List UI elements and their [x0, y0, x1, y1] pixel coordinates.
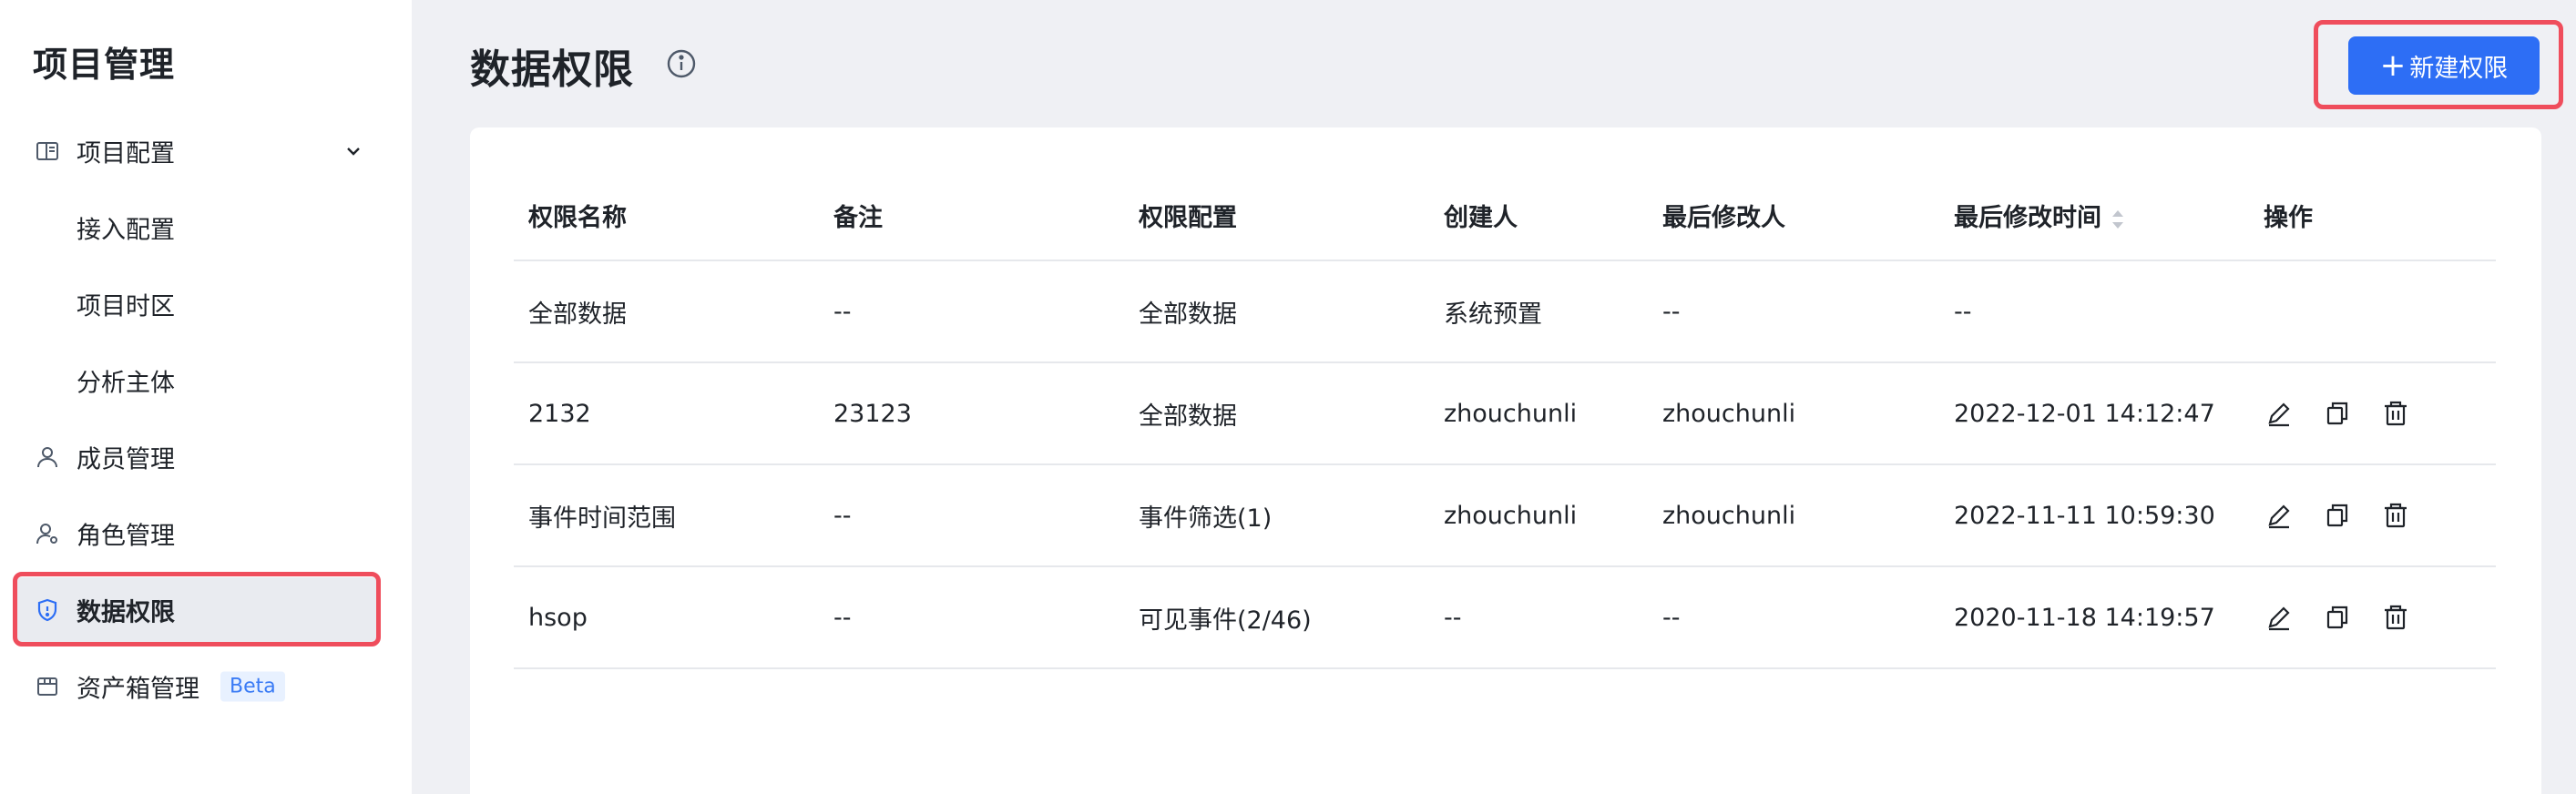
- layout-icon: [36, 142, 58, 160]
- sidebar-item-label: 项目配置: [77, 139, 175, 168]
- sidebar-item-label: 分析主体: [77, 369, 175, 398]
- user-settings-icon: [36, 524, 57, 545]
- delete-icon[interactable]: [2380, 500, 2411, 531]
- cell-time: --: [1939, 260, 2249, 363]
- cell-modifier: --: [1648, 260, 1939, 363]
- sidebar-item-access-config[interactable]: 接入配置: [15, 195, 379, 260]
- sidebar-item-members[interactable]: 成员管理: [15, 424, 379, 490]
- cell-note: 23123: [819, 362, 1124, 465]
- permissions-card: 权限名称 备注 权限配置 创建人 最后修改人 最后修改时间 操作 全部数据 --…: [470, 127, 2541, 794]
- delete-icon[interactable]: [2380, 602, 2411, 633]
- cell-ops: [2249, 464, 2496, 567]
- cell-name: hsop: [514, 566, 819, 669]
- sidebar-item-asset-box[interactable]: 资产箱管理 Beta: [15, 654, 379, 719]
- column-header: 权限名称: [514, 171, 819, 261]
- cell-creator: --: [1429, 566, 1648, 669]
- cell-config: 可见事件(2/46): [1124, 566, 1429, 669]
- copy-icon[interactable]: [2322, 500, 2353, 531]
- cell-config: 全部数据: [1124, 260, 1429, 363]
- copy-icon[interactable]: [2322, 602, 2353, 633]
- sidebar-item-label: 接入配置: [77, 216, 175, 245]
- edit-icon[interactable]: [2264, 500, 2295, 531]
- column-header: 最后修改人: [1648, 171, 1939, 261]
- cell-modifier: zhouchunli: [1648, 362, 1939, 465]
- column-header: 备注: [819, 171, 1124, 261]
- cell-note: --: [819, 566, 1124, 669]
- cell-time: 2022-12-01 14:12:47: [1939, 362, 2249, 465]
- cell-creator: zhouchunli: [1429, 362, 1648, 465]
- page-title: 数据权限: [470, 46, 634, 93]
- info-icon[interactable]: [665, 47, 698, 80]
- sidebar-item-label: 数据权限: [77, 598, 175, 627]
- permissions-table: 权限名称 备注 权限配置 创建人 最后修改人 最后修改时间 操作 全部数据 --…: [514, 171, 2496, 669]
- shield-icon: [37, 598, 57, 622]
- cell-note: --: [819, 464, 1124, 567]
- sidebar-item-timezone[interactable]: 项目时区: [15, 271, 379, 337]
- cell-creator: zhouchunli: [1429, 464, 1648, 567]
- sidebar-item-roles[interactable]: 角色管理: [15, 501, 379, 566]
- cell-creator: 系统预置: [1429, 260, 1648, 363]
- delete-icon[interactable]: [2380, 398, 2411, 429]
- sidebar-item-project-config[interactable]: 项目配置: [15, 118, 379, 184]
- edit-icon[interactable]: [2264, 602, 2295, 633]
- cell-config: 事件筛选(1): [1124, 464, 1429, 567]
- cell-ops: [2249, 566, 2496, 669]
- edit-icon[interactable]: [2264, 398, 2295, 429]
- sidebar-item-label: 成员管理: [77, 445, 175, 474]
- cell-note: --: [819, 260, 1124, 363]
- new-permission-button[interactable]: + 新建权限: [2348, 36, 2540, 95]
- table-row: 事件时间范围 -- 事件筛选(1) zhouchunli zhouchunli …: [514, 464, 2496, 567]
- sidebar-item-label: 资产箱管理: [77, 675, 199, 704]
- cell-time: 2020-11-18 14:19:57: [1939, 566, 2249, 669]
- cell-modifier: --: [1648, 566, 1939, 669]
- table-header-row: 权限名称 备注 权限配置 创建人 最后修改人 最后修改时间 操作: [514, 171, 2496, 261]
- sidebar-item-analysis-subject[interactable]: 分析主体: [15, 348, 379, 413]
- box-icon: [37, 677, 57, 696]
- cell-name: 事件时间范围: [514, 464, 819, 567]
- column-header: 权限配置: [1124, 171, 1429, 261]
- column-header-sortable[interactable]: 最后修改时间: [1939, 171, 2249, 261]
- cell-time: 2022-11-11 10:59:30: [1939, 464, 2249, 567]
- new-permission-label: 新建权限: [2409, 54, 2509, 83]
- copy-icon[interactable]: [2322, 398, 2353, 429]
- column-header: 操作: [2249, 171, 2496, 261]
- user-icon: [37, 447, 57, 468]
- cell-config: 全部数据: [1124, 362, 1429, 465]
- sidebar: 项目管理 项目配置 接入配置 项目时区 分析主体 成员管理 角色管理 数据权限: [0, 0, 412, 794]
- plus-icon: +: [2379, 47, 2407, 84]
- chevron-down-icon[interactable]: [342, 140, 364, 162]
- sort-icon[interactable]: [2111, 208, 2125, 231]
- table-row: 2132 23123 全部数据 zhouchunli zhouchunli 20…: [514, 362, 2496, 465]
- cell-name: 2132: [514, 362, 819, 465]
- sidebar-item-label: 项目时区: [77, 292, 175, 321]
- cell-ops: [2249, 260, 2496, 363]
- sidebar-title: 项目管理: [33, 45, 176, 85]
- column-header: 创建人: [1429, 171, 1648, 261]
- cell-modifier: zhouchunli: [1648, 464, 1939, 567]
- sidebar-item-data-permissions[interactable]: 数据权限: [15, 577, 379, 643]
- cell-name: 全部数据: [514, 260, 819, 363]
- sidebar-item-label: 角色管理: [77, 522, 175, 551]
- table-row: 全部数据 -- 全部数据 系统预置 -- --: [514, 260, 2496, 363]
- table-row: hsop -- 可见事件(2/46) -- -- 2020-11-18 14:1…: [514, 566, 2496, 669]
- beta-badge: Beta: [220, 671, 285, 702]
- column-header-label: 最后修改时间: [1954, 204, 2101, 232]
- cell-ops: [2249, 362, 2496, 465]
